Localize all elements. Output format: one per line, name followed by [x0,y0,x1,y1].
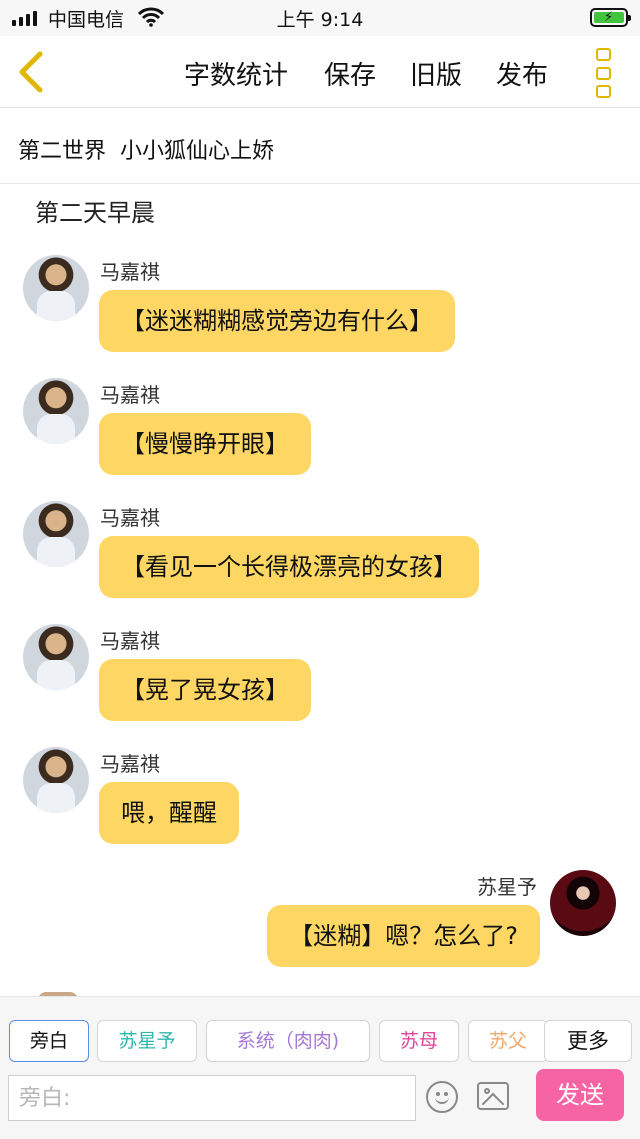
sender-name: 苏星予 [477,875,537,899]
image-icon[interactable] [477,1082,509,1110]
vertical-dots-icon[interactable] [596,48,614,98]
avatar[interactable] [23,624,89,690]
role-chip-su-father[interactable]: 苏父 [468,1020,548,1062]
message-bubble[interactable]: 【慢慢睁开眼】 [99,413,311,475]
scene-heading: 第二天早晨 [35,199,155,227]
role-chip-su-xingyu[interactable]: 苏星予 [97,1020,197,1062]
save-button[interactable]: 保存 [324,55,376,92]
publish-button[interactable]: 发布 [496,55,548,92]
editor-nav-bar: 字数统计 保存 旧版 发布 [0,36,640,108]
message-bubble[interactable]: 喂，醒醒 [99,782,239,844]
avatar[interactable] [550,870,616,936]
message-bubble[interactable]: 【看见一个长得极漂亮的女孩】 [99,536,479,598]
sender-name: 马嘉祺 [100,506,160,530]
story-title-bar: 第二世界 小小狐仙心上娇 [0,109,640,184]
message-bubble[interactable]: 【迷迷糊糊感觉旁边有什么】 [99,290,455,352]
avatar[interactable] [23,747,89,813]
story-title: 第二世界 小小狐仙心上娇 [18,139,274,164]
composer-toolbar: 旁白 苏星予 系统（肉肉) 苏母 苏父 更多 发送 [0,996,640,1139]
more-roles-button[interactable]: 更多 [544,1020,632,1062]
sender-name: 马嘉祺 [100,260,160,284]
message-bubble[interactable]: 【晃了晃女孩】 [99,659,311,721]
avatar[interactable] [23,501,89,567]
battery-charging-icon: ⚡ [590,8,631,27]
avatar[interactable] [23,255,89,321]
clock: 上午 9:14 [276,9,364,31]
message-bubble[interactable]: 【迷糊】嗯？怎么了? [267,905,540,967]
sender-name: 马嘉祺 [100,752,160,776]
chevron-left-icon[interactable] [14,50,50,94]
message-input[interactable] [8,1075,416,1121]
send-button[interactable]: 发送 [536,1069,624,1121]
sender-name: 马嘉祺 [100,383,160,407]
old-version-button[interactable]: 旧版 [410,55,462,92]
word-count-button[interactable]: 字数统计 [184,55,288,92]
role-chip-narration[interactable]: 旁白 [9,1020,89,1062]
role-chip-su-mother[interactable]: 苏母 [379,1020,459,1062]
sender-name: 马嘉祺 [100,629,160,653]
status-bar: 中国电信 上午 9:14 ⚡ [0,0,640,36]
role-chip-system[interactable]: 系统（肉肉) [206,1020,370,1062]
smiley-icon[interactable] [426,1081,458,1113]
avatar[interactable] [23,378,89,444]
